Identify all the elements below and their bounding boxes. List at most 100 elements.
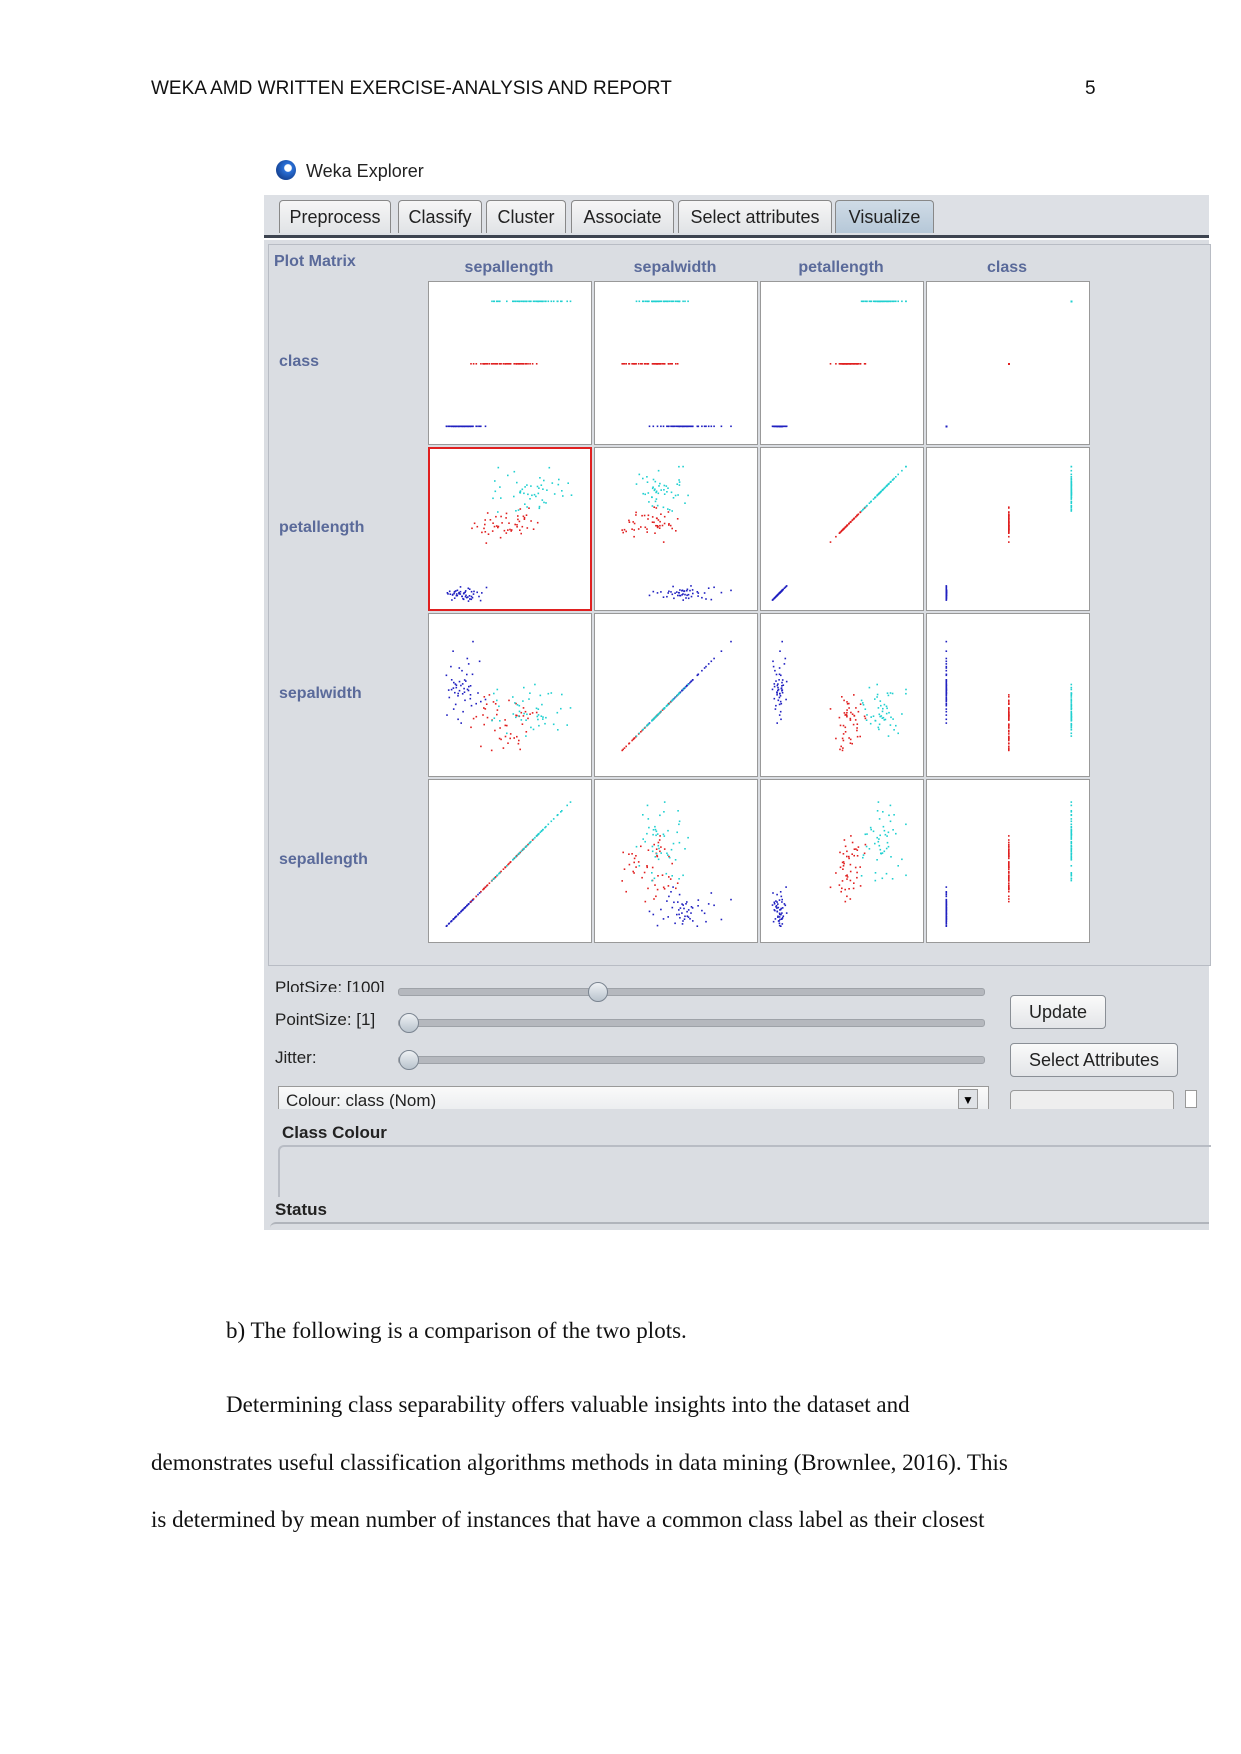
data-point bbox=[505, 512, 508, 515]
data-point bbox=[772, 665, 775, 668]
data-point bbox=[862, 509, 864, 511]
colour-combo[interactable]: Colour: class (Nom) bbox=[278, 1086, 989, 1109]
scatter-cell-pl-cl[interactable] bbox=[926, 447, 1090, 611]
data-point bbox=[1070, 840, 1073, 843]
data-point bbox=[667, 829, 669, 832]
scatter-cell-sw-pl[interactable] bbox=[760, 613, 924, 777]
data-point bbox=[654, 825, 656, 828]
tab-classify[interactable]: Classify bbox=[398, 200, 482, 233]
data-point bbox=[536, 485, 539, 488]
data-point bbox=[566, 300, 568, 303]
data-point bbox=[844, 900, 847, 903]
data-point bbox=[672, 300, 675, 303]
data-point bbox=[945, 667, 948, 669]
data-point bbox=[676, 363, 679, 365]
data-point bbox=[901, 713, 903, 715]
data-point bbox=[517, 518, 519, 521]
scatter-cell-pl-sw[interactable] bbox=[594, 447, 758, 611]
data-point bbox=[1070, 696, 1073, 698]
data-point bbox=[674, 300, 677, 303]
data-point bbox=[498, 737, 501, 740]
data-point bbox=[878, 713, 881, 716]
data-point bbox=[856, 849, 859, 851]
tab-visualize[interactable]: Visualize bbox=[835, 200, 934, 233]
select-attributes-button[interactable]: Select Attributes bbox=[1010, 1043, 1178, 1077]
data-point bbox=[456, 594, 459, 597]
jitter-slider[interactable] bbox=[398, 1056, 985, 1064]
pointsize-slider[interactable] bbox=[398, 1019, 985, 1027]
update-button[interactable]: Update bbox=[1010, 995, 1106, 1029]
data-point bbox=[775, 673, 778, 676]
plotsize-slider[interactable] bbox=[398, 988, 985, 996]
data-point bbox=[775, 704, 777, 707]
plotsize-slider-knob[interactable] bbox=[588, 982, 608, 1002]
tab-cluster[interactable]: Cluster bbox=[486, 200, 566, 233]
data-point bbox=[1008, 835, 1010, 837]
jitter-slider-knob[interactable] bbox=[399, 1050, 419, 1070]
data-point bbox=[647, 492, 650, 494]
tab-preprocess[interactable]: Preprocess bbox=[279, 200, 391, 233]
data-point bbox=[1070, 826, 1073, 829]
pointsize-slider-knob[interactable] bbox=[399, 1013, 419, 1033]
data-point bbox=[781, 917, 784, 919]
data-point bbox=[671, 425, 674, 428]
data-point bbox=[494, 490, 497, 493]
scatter-cell-pl-pl[interactable] bbox=[760, 447, 924, 611]
data-point bbox=[523, 300, 525, 303]
subsample-button[interactable] bbox=[1010, 1090, 1174, 1109]
data-point bbox=[675, 887, 677, 890]
scatter-cell-sl-cl[interactable] bbox=[926, 779, 1090, 943]
data-point bbox=[476, 591, 478, 594]
data-point bbox=[656, 425, 659, 428]
data-point bbox=[1008, 525, 1010, 527]
data-point bbox=[628, 363, 630, 365]
data-point bbox=[781, 691, 784, 694]
data-point bbox=[839, 851, 841, 854]
scatter-cell-sl-sl[interactable] bbox=[428, 779, 592, 943]
data-point bbox=[1070, 722, 1073, 725]
scatter-cell-sl-pl[interactable] bbox=[760, 779, 924, 943]
scatter-cell-cl-sw[interactable] bbox=[594, 281, 758, 445]
data-point bbox=[856, 723, 859, 725]
checkbox[interactable] bbox=[1185, 1090, 1197, 1108]
data-point bbox=[853, 882, 855, 884]
data-point bbox=[857, 513, 860, 515]
scatter-cell-sw-sw[interactable] bbox=[594, 613, 758, 777]
chevron-down-icon[interactable]: ▼ bbox=[958, 1089, 978, 1109]
data-point bbox=[518, 520, 521, 523]
data-point bbox=[660, 710, 662, 713]
data-point bbox=[525, 514, 528, 516]
data-point bbox=[771, 904, 774, 906]
scatter-cell-sl-sw[interactable] bbox=[594, 779, 758, 943]
data-point bbox=[513, 495, 515, 498]
data-point bbox=[518, 852, 521, 855]
data-point bbox=[497, 466, 500, 469]
data-point bbox=[659, 850, 661, 853]
tab-associate[interactable]: Associate bbox=[571, 200, 674, 233]
data-point bbox=[522, 707, 525, 709]
tab-select-attributes[interactable]: Select attributes bbox=[678, 200, 832, 233]
scatter-cell-cl-pl[interactable] bbox=[760, 281, 924, 445]
scatter-cell-cl-sl[interactable] bbox=[428, 281, 592, 445]
data-point bbox=[674, 592, 676, 594]
data-point bbox=[661, 874, 664, 876]
data-point bbox=[658, 847, 660, 850]
data-point bbox=[1070, 502, 1073, 504]
data-point bbox=[890, 300, 892, 303]
data-point bbox=[687, 593, 690, 596]
data-point bbox=[452, 687, 455, 689]
data-point bbox=[1008, 855, 1010, 858]
data-point bbox=[534, 300, 536, 303]
data-point bbox=[1070, 477, 1073, 480]
scatter-cell-sw-cl[interactable] bbox=[926, 613, 1090, 777]
data-point bbox=[653, 843, 655, 846]
scatter-cell-cl-cl[interactable] bbox=[926, 281, 1090, 445]
scatter-cell-sw-sl[interactable] bbox=[428, 613, 592, 777]
data-point bbox=[539, 831, 542, 834]
scatter-cell-pl-sl[interactable] bbox=[428, 447, 592, 611]
data-point bbox=[663, 801, 666, 803]
data-point bbox=[472, 898, 475, 900]
data-point bbox=[841, 880, 844, 882]
data-point bbox=[843, 839, 846, 841]
data-point bbox=[524, 503, 526, 505]
